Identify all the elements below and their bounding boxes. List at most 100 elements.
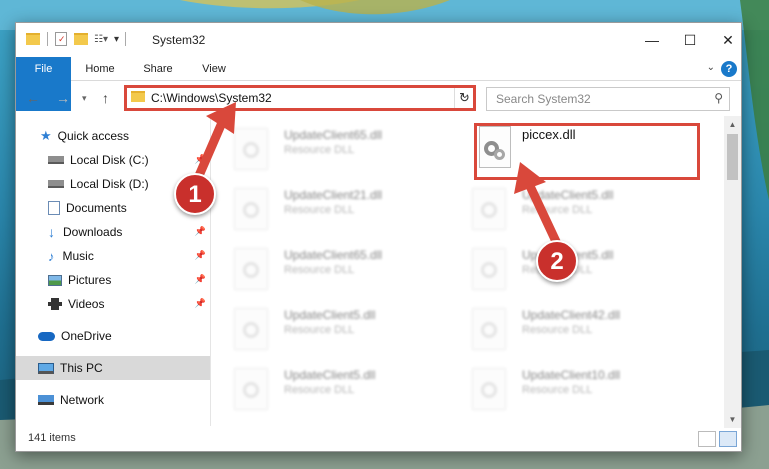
pin-icon[interactable]: 📌	[195, 226, 206, 237]
address-bar[interactable]: C:\Windows\System32 ⌄	[124, 85, 476, 111]
sidebar-item-local-disk-c[interactable]: Local Disk (C:) 📌	[16, 148, 210, 172]
pin-icon[interactable]: 📌	[195, 274, 206, 285]
dll-file-icon[interactable]	[479, 126, 511, 168]
sidebar-item-label: Music	[62, 249, 94, 263]
customize-toolbar-icon[interactable]: ☷▾	[94, 34, 108, 45]
maximize-button[interactable]: ☐	[672, 27, 708, 53]
list-item[interactable]: UpdateClient42.dll Resource DLL	[454, 300, 674, 354]
forward-arrow-icon[interactable]: →	[56, 90, 70, 106]
up-arrow-icon[interactable]: ↑	[102, 90, 109, 106]
pin-icon[interactable]: 📌	[195, 250, 206, 261]
list-item[interactable]: UpdateClient5.dll Resource DLL	[216, 360, 436, 414]
sidebar-item-label: Downloads	[63, 225, 123, 239]
list-item[interactable]: UpdateClient5.dll Resource DLL	[454, 180, 674, 234]
sidebar-item-this-pc[interactable]: This PC	[16, 356, 210, 380]
search-box[interactable]: Search System32 ⚲	[486, 87, 730, 111]
file-type: Resource DLL	[522, 324, 593, 336]
sidebar-item-label: Pictures	[68, 273, 112, 287]
file-type: Resource DLL	[284, 324, 355, 336]
dll-file-icon	[234, 188, 268, 230]
details-view-icon[interactable]	[698, 431, 716, 447]
tab-home[interactable]: Home	[78, 57, 122, 81]
address-path[interactable]: C:\Windows\System32	[151, 91, 272, 105]
file-type: Resource DLL	[522, 384, 593, 396]
star-icon: ★	[40, 128, 52, 143]
file-name: UpdateClient42.dll	[522, 308, 621, 322]
file-name-piccex[interactable]: piccex.dll	[522, 127, 575, 142]
pin-icon[interactable]: 📌	[195, 154, 206, 165]
sidebar-item-label: Network	[60, 393, 105, 407]
minimize-button[interactable]: —	[634, 27, 670, 53]
documents-icon	[48, 201, 60, 215]
drive-icon	[48, 156, 64, 164]
sidebar-item-label: Local Disk (D:)	[70, 177, 149, 191]
sidebar-item-pictures[interactable]: Pictures 📌	[16, 268, 210, 292]
file-name: UpdateClient5.dll	[284, 368, 376, 382]
file-explorer-window: ✓ ☷▾ ▾ System32 — ☐ ✕ File Home Share Vi…	[15, 22, 742, 452]
computer-icon	[38, 362, 54, 374]
navigation-bar: ← → ▾ ↑ C:\Windows\System32 ⌄ ↻ Search S…	[16, 82, 741, 116]
sidebar-item-videos[interactable]: Videos 📌	[16, 292, 210, 316]
dll-file-icon	[234, 368, 268, 410]
sidebar-item-label: OneDrive	[61, 329, 112, 343]
file-name: UpdateClient65.dll	[284, 248, 383, 262]
file-name: UpdateClient5.dll	[284, 308, 376, 322]
list-item[interactable]: UpdateClient65.dll Resource DLL	[216, 240, 436, 294]
sidebar-item-label: Documents	[66, 201, 127, 215]
file-type: Resource DLL	[284, 144, 355, 156]
cloud-icon	[38, 331, 55, 341]
close-button[interactable]: ✕	[710, 27, 746, 53]
dll-file-icon	[234, 248, 268, 290]
list-item[interactable]: UpdateClient10.dll Resource DLL	[454, 360, 674, 414]
sidebar-item-quick-access[interactable]: ★ Quick access	[16, 124, 210, 148]
drive-icon	[48, 180, 64, 188]
title-bar: ✓ ☷▾ ▾ System32 — ☐ ✕	[16, 23, 741, 57]
file-name: UpdateClient21.dll	[284, 188, 383, 202]
downloads-icon: ↓	[48, 224, 55, 240]
callout-badge-2: 2	[536, 240, 578, 282]
expand-ribbon-chevron-icon[interactable]: ⌄	[707, 62, 715, 73]
dropdown-icon[interactable]: ▾	[114, 34, 119, 45]
sidebar-item-label: Local Disk (C:)	[70, 153, 149, 167]
sidebar-item-network[interactable]: Network	[16, 388, 210, 412]
file-type: Resource DLL	[284, 264, 355, 276]
help-icon[interactable]: ?	[721, 61, 737, 77]
properties-icon[interactable]: ✓	[55, 32, 67, 46]
videos-icon	[48, 298, 62, 310]
dll-file-icon	[472, 248, 506, 290]
dll-file-icon	[234, 128, 268, 170]
ribbon: File Home Share View ⌄ ?	[16, 57, 741, 111]
list-item[interactable]: UpdateClient65.dll Resource DLL	[216, 120, 436, 174]
sidebar-item-onedrive[interactable]: OneDrive	[16, 324, 210, 348]
sidebar-item-label: Quick access	[57, 129, 130, 143]
large-icons-view-icon[interactable]	[719, 431, 737, 447]
item-count: 141 items	[28, 432, 76, 444]
separator	[125, 32, 127, 46]
recent-locations-chevron-icon[interactable]: ▾	[82, 93, 87, 104]
file-name: UpdateClient10.dll	[522, 368, 621, 382]
scroll-down-icon[interactable]: ▼	[724, 411, 741, 428]
list-item[interactable]: UpdateClient5.dll Resource DLL	[216, 300, 436, 354]
list-item[interactable]: UpdateClient21.dll Resource DLL	[216, 180, 436, 234]
dll-file-icon	[472, 368, 506, 410]
tab-view[interactable]: View	[192, 57, 236, 81]
folder-icon[interactable]	[26, 33, 40, 45]
tab-share[interactable]: Share	[136, 57, 180, 81]
search-input[interactable]: Search System32	[496, 92, 591, 106]
back-arrow-icon[interactable]: ←	[26, 90, 40, 106]
vertical-scrollbar[interactable]: ▲ ▼	[724, 116, 741, 428]
sidebar-item-downloads[interactable]: ↓ Downloads 📌	[16, 220, 210, 244]
window-title: System32	[152, 33, 206, 47]
dll-file-icon	[472, 308, 506, 350]
pin-icon[interactable]: 📌	[195, 298, 206, 309]
new-folder-icon[interactable]	[74, 33, 88, 45]
scroll-up-icon[interactable]: ▲	[724, 116, 741, 133]
refresh-icon[interactable]: ↻	[454, 88, 474, 108]
sidebar-item-music[interactable]: ♪ Music 📌	[16, 244, 210, 268]
file-name: UpdateClient5.dll	[522, 188, 614, 202]
dll-file-icon	[234, 308, 268, 350]
scroll-thumb[interactable]	[727, 134, 738, 180]
pane-splitter[interactable]	[210, 116, 211, 426]
dll-file-icon	[472, 188, 506, 230]
search-icon[interactable]: ⚲	[714, 91, 723, 105]
